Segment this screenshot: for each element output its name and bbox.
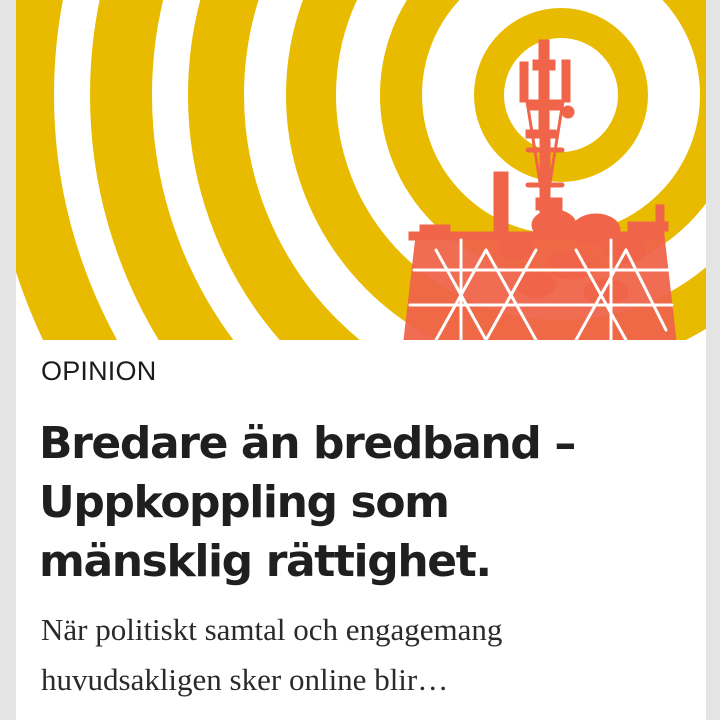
page: OPINION Bredare än bredband – Uppkopplin… — [0, 0, 720, 720]
article-headline[interactable]: Bredare än bredband – Uppkoppling som mä… — [39, 414, 669, 591]
right-gutter — [706, 0, 720, 720]
article-card[interactable]: OPINION Bredare än bredband – Uppkopplin… — [16, 0, 706, 720]
left-gutter — [0, 0, 16, 720]
article-hero-image[interactable] — [16, 0, 706, 340]
signal-ring — [474, 8, 648, 182]
article-lede: När politiskt samtal och engagemang huvu… — [41, 612, 503, 697]
hero-illustration — [16, 0, 706, 340]
section-label: OPINION — [41, 356, 157, 386]
